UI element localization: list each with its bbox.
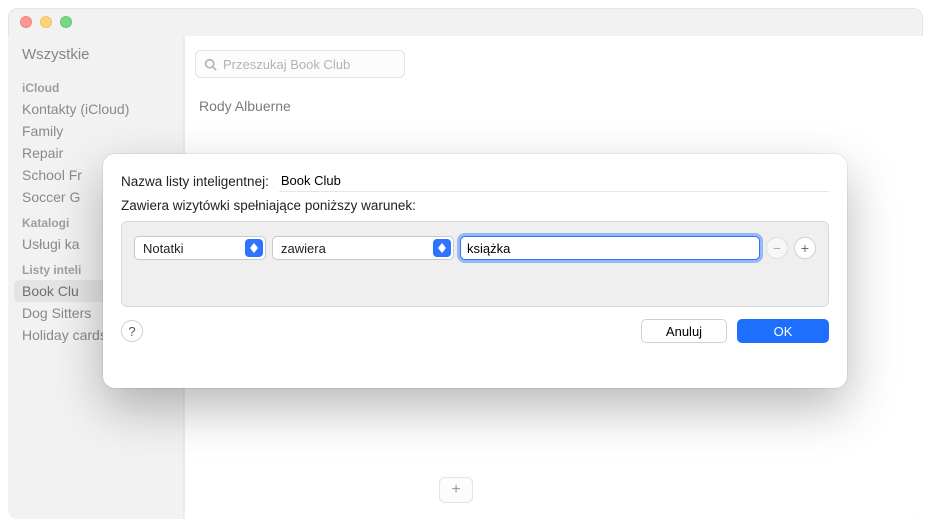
cancel-button[interactable]: Anuluj [641,319,727,343]
rule-operator-popup[interactable]: zawiera [272,236,454,260]
help-icon: ? [128,324,135,339]
rules-container: Notatki zawiera [121,221,829,307]
rule-field-popup[interactable]: Notatki [134,236,266,260]
condition-label: Zawiera wizytówki spełniające poniższy w… [121,198,829,213]
rule-row: Notatki zawiera [134,236,816,260]
plus-icon: + [801,241,809,255]
popup-arrows-icon [245,239,263,257]
ok-button[interactable]: OK [737,319,829,343]
help-button[interactable]: ? [121,320,143,342]
smart-list-sheet: Nazwa listy inteligentnej: Zawiera wizyt… [103,154,847,388]
rule-operator-value: zawiera [281,241,326,256]
rule-field-value: Notatki [143,241,183,256]
smart-list-name-input[interactable] [279,170,829,192]
add-rule-button[interactable]: + [794,237,816,259]
app-window: Wszystkie iCloud Kontakty (iCloud) Famil… [8,8,923,519]
rule-value-input[interactable] [460,236,760,260]
minus-icon: − [773,241,781,255]
name-field-label: Nazwa listy inteligentnej: [121,174,269,189]
remove-rule-button[interactable]: − [766,237,788,259]
popup-arrows-icon [433,239,451,257]
